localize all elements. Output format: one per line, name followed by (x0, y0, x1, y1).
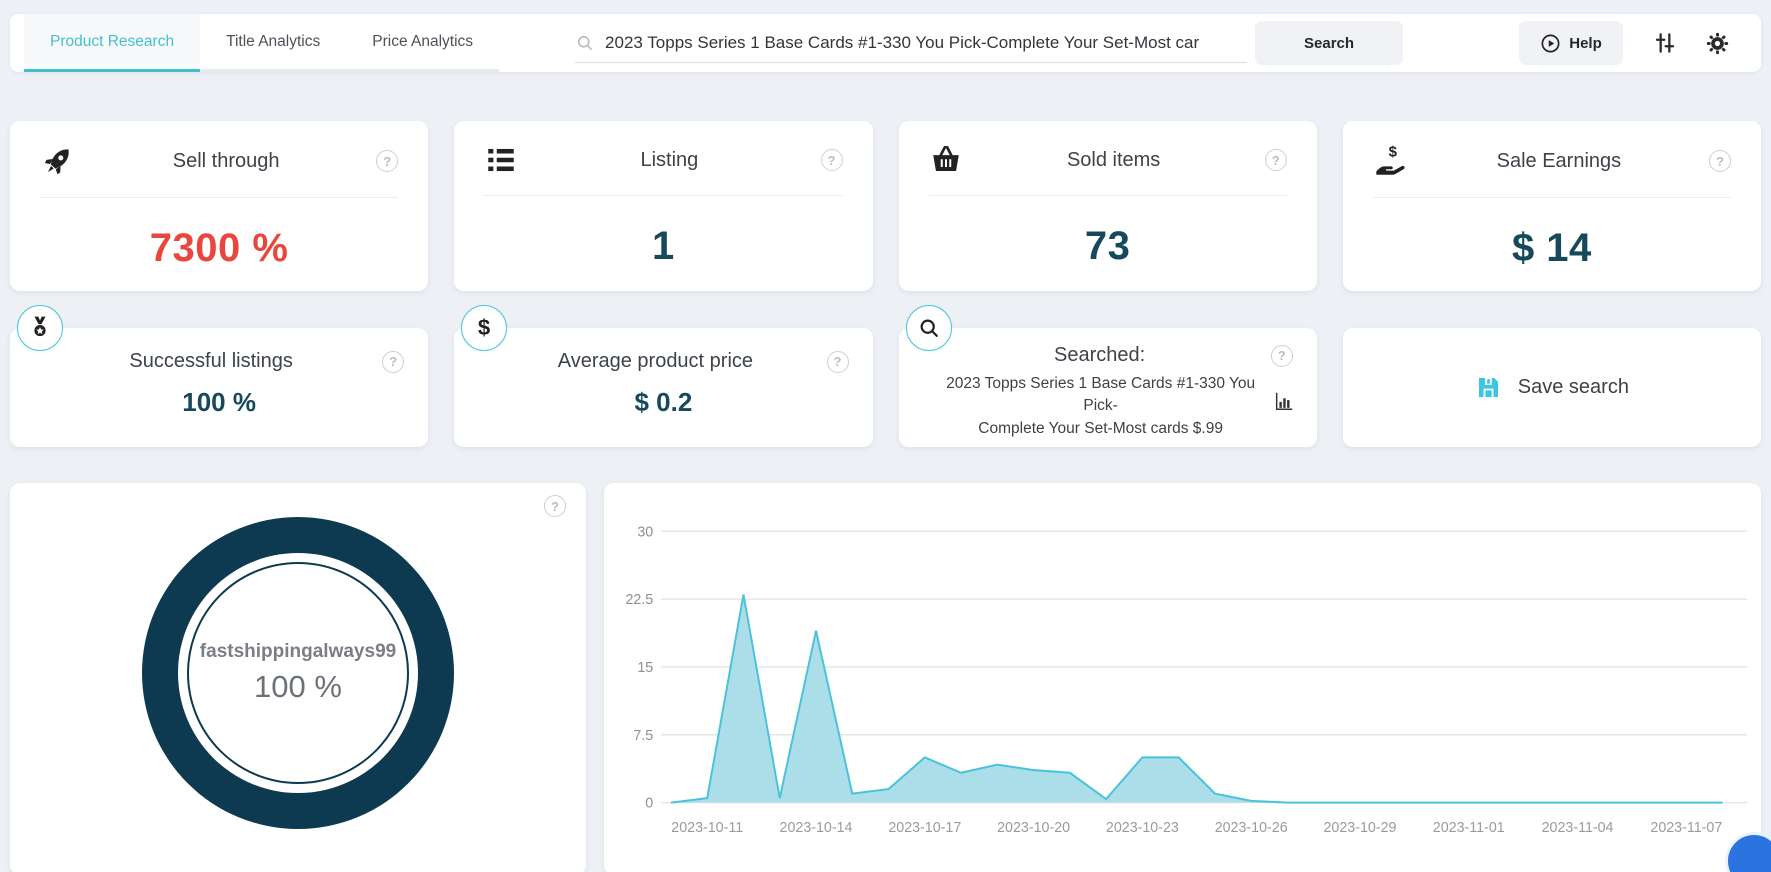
successful-listings-title: Successful listings (129, 350, 293, 372)
searched-card: Searched: ? 2023 Topps Series 1 Base Car… (898, 305, 1317, 447)
help-tooltip-icon[interactable]: ? (820, 149, 843, 171)
svg-text:2023-10-14: 2023-10-14 (780, 820, 853, 836)
save-search-button[interactable]: Save search (1342, 328, 1761, 447)
search-field-wrap (575, 23, 1248, 63)
seller-percent: 100 % (254, 669, 342, 704)
search-input[interactable] (605, 32, 1248, 53)
svg-text:2023-11-07: 2023-11-07 (1650, 820, 1722, 836)
sale-earnings-title: Sale Earnings (1496, 149, 1622, 172)
svg-text:0: 0 (645, 796, 653, 812)
searched-title: Searched: (1054, 344, 1146, 366)
svg-text:30: 30 (637, 524, 653, 540)
listing-value: 1 (652, 224, 675, 268)
help-tooltip-icon[interactable]: ? (1264, 149, 1287, 171)
svg-text:$: $ (1388, 144, 1397, 161)
svg-text:2023-10-23: 2023-10-23 (1106, 820, 1179, 836)
sold-items-trend-chart: 0 7.5 15 22.5 30 2023-10-11 2023-10-14 2023-10-… (625, 524, 1748, 836)
average-price-value: $ 0.2 (634, 387, 693, 417)
list-icon (488, 148, 514, 172)
top-toolbar: Product Research Title Analytics Price A… (10, 14, 1761, 72)
seller-donut-panel: ? fastshippingalways99 100 % (10, 483, 586, 872)
sell-through-title: Sell through (172, 149, 280, 172)
hand-dollar-icon: $ (1376, 144, 1405, 175)
sold-items-trend-panel: 0 7.5 15 22.5 30 2023-10-11 2023-10-14 2023-10-… (604, 483, 1761, 872)
filter-sliders-icon[interactable] (1647, 25, 1683, 61)
seller-donut-chart: fastshippingalways99 100 % (142, 517, 454, 829)
medal-icon (17, 305, 63, 351)
sold-items-title: Sold items (1066, 148, 1161, 171)
searched-query-line2: Complete Your Set-Most cards $.99 (978, 419, 1223, 437)
svg-text:2023-10-20: 2023-10-20 (997, 820, 1070, 836)
sell-through-card: Sell through ? 7300 % (10, 121, 429, 291)
gear-icon[interactable] (1699, 25, 1735, 61)
svg-text:2023-10-17: 2023-10-17 (888, 820, 961, 836)
help-tooltip-icon[interactable]: ? (382, 350, 405, 373)
successful-listings-value: 100 % (182, 387, 256, 417)
save-search-label: Save search (1517, 376, 1629, 398)
bar-chart-icon[interactable] (1273, 390, 1295, 417)
help-tooltip-icon[interactable]: ? (1270, 344, 1293, 367)
sold-items-value: 73 (1084, 224, 1131, 268)
bottom-section: ? fastshippingalways99 100 % 0 7.5 15 22.5 3… (10, 483, 1761, 872)
tab-price-analytics[interactable]: Price Analytics (346, 14, 500, 72)
help-tooltip-icon[interactable]: ? (544, 495, 566, 517)
svg-text:2023-10-29: 2023-10-29 (1323, 820, 1396, 836)
basket-icon (932, 145, 959, 172)
average-price-card: $ Average product price ? $ 0.2 (454, 305, 873, 447)
svg-text:2023-11-01: 2023-11-01 (1433, 820, 1505, 836)
tab-product-research[interactable]: Product Research (24, 14, 201, 72)
listing-card: Listing ? 1 (454, 121, 873, 291)
average-price-title: Average product price (557, 350, 754, 372)
stats-row-1: Sell through ? 7300 % Listing ? 1 Sold i… (10, 121, 1761, 291)
stats-row-2: Successful listings ? 100 % $ Average pr… (10, 305, 1761, 447)
successful-listings-card: Successful listings ? 100 % (10, 305, 429, 447)
svg-text:15: 15 (637, 660, 653, 676)
nav-tabs: Product Research Title Analytics Price A… (24, 14, 500, 72)
sale-earnings-card: $ Sale Earnings ? $ 14 (1342, 121, 1761, 291)
seller-name: fastshippingalways99 (199, 641, 397, 662)
svg-text:$: $ (478, 315, 491, 340)
rocket-icon (44, 149, 69, 175)
searched-query-line1: 2023 Topps Series 1 Base Cards #1-330 Yo… (946, 375, 1256, 415)
listing-title: Listing (640, 148, 699, 171)
magnifier-icon (905, 305, 952, 351)
search-icon (577, 35, 593, 50)
help-label: Help (1569, 34, 1602, 52)
svg-text:22.5: 22.5 (625, 592, 653, 608)
svg-text:7.5: 7.5 (633, 728, 653, 744)
help-tooltip-icon[interactable]: ? (1709, 150, 1731, 172)
tab-title-analytics[interactable]: Title Analytics (200, 14, 347, 72)
dollar-icon: $ (461, 305, 508, 351)
save-floppy-icon (1478, 377, 1498, 398)
help-tooltip-icon[interactable]: ? (826, 350, 849, 373)
search-button[interactable]: Search (1255, 21, 1404, 65)
sale-earnings-value: $ 14 (1511, 226, 1592, 270)
svg-text:2023-11-04: 2023-11-04 (1542, 820, 1614, 836)
svg-text:2023-10-26: 2023-10-26 (1215, 820, 1288, 836)
play-circle-icon (1541, 34, 1560, 52)
help-button[interactable]: Help (1519, 21, 1623, 65)
svg-text:2023-10-11: 2023-10-11 (671, 820, 743, 836)
help-tooltip-icon[interactable]: ? (376, 150, 399, 172)
sell-through-value: 7300 % (149, 226, 289, 270)
sold-items-card: Sold items ? 73 (898, 121, 1317, 291)
